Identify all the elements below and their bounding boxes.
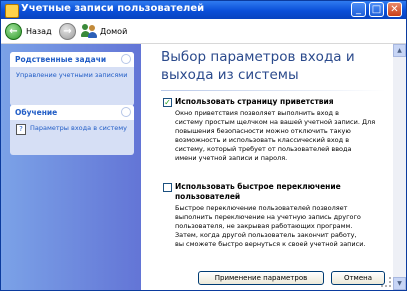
vertical-scrollbar[interactable]: ▲ ▼ [393, 44, 406, 290]
description-line: систему, который требует от пользователе… [175, 145, 352, 153]
collapse-chevron-icon[interactable] [121, 54, 131, 64]
forward-button[interactable]: → [59, 22, 76, 40]
fast-user-switching-description: Быстрое переключение пользователей позво… [175, 204, 366, 249]
resize-grip-icon[interactable] [381, 277, 391, 287]
task-sidebar: Родственные задачи Управление учетными з… [1, 44, 141, 290]
users-app-icon [5, 4, 19, 18]
description-line: имени учетной записи и пароля. [175, 154, 288, 162]
fast-user-switching-label[interactable]: Использовать быстрое переключение пользо… [175, 182, 341, 202]
back-arrow-icon: ← [5, 22, 22, 40]
scroll-down-icon[interactable]: ▼ [393, 277, 406, 290]
description-line: вы сможете быстро вернуться к своей учет… [175, 240, 366, 248]
maximize-button[interactable]: □ [369, 2, 384, 17]
minimize-button[interactable]: _ [351, 2, 366, 17]
app-window: Учетные записи пользователей _ □ ✕ ← Наз… [0, 0, 407, 291]
learn-header[interactable]: Обучение [10, 105, 134, 120]
description-line: систему простым щелчком на вашей учетной… [175, 118, 376, 126]
related-tasks-panel: Родственные задачи Управление учетными з… [10, 52, 134, 106]
apply-settings-button[interactable]: Применение параметров [198, 271, 324, 285]
label-line: пользователей [175, 192, 241, 201]
cancel-button[interactable]: Отмена [331, 271, 385, 285]
back-label: Назад [26, 26, 52, 36]
learn-item[interactable]: ? Параметры входа в систему [10, 120, 134, 139]
description-line: возможность и использовать классический … [175, 136, 350, 144]
description-line: выполнить переключение на учетную запись… [175, 213, 361, 221]
collapse-chevron-icon[interactable] [121, 107, 131, 117]
home-button[interactable]: Домой [81, 22, 127, 40]
description-line: пользователя, не закрывая работающих про… [175, 222, 353, 230]
label-line: Использовать быстрое переключение [175, 182, 341, 191]
learn-title: Обучение [15, 108, 58, 117]
title-bar[interactable]: Учетные записи пользователей _ □ ✕ [1, 1, 406, 19]
help-icon: ? [16, 124, 26, 135]
fast-user-switching-checkbox[interactable] [163, 183, 172, 192]
main-content: Выбор параметров входа и выхода из систе… [141, 44, 393, 290]
learn-panel: Обучение ? Параметры входа в систему [10, 105, 134, 155]
description-line: Затем, когда другой пользователь закончи… [175, 231, 357, 239]
related-tasks-title: Родственные задачи [15, 55, 107, 64]
close-button[interactable]: ✕ [387, 2, 402, 17]
back-button[interactable]: ← Назад [5, 22, 52, 40]
description-line: Окно приветствия позволяет выполнить вхо… [175, 109, 339, 117]
related-tasks-header[interactable]: Родственные задачи [10, 52, 134, 67]
home-label: Домой [100, 26, 128, 36]
forward-arrow-icon: → [59, 22, 76, 40]
manage-accounts-link[interactable]: Управление учетными записями [10, 67, 134, 84]
scroll-up-icon[interactable]: ▲ [393, 44, 406, 57]
welcome-screen-checkbox[interactable]: ✓ [163, 98, 172, 107]
toolbar: ← Назад → Домой [1, 19, 406, 44]
description-line: повышения безопасности можно отключить т… [175, 127, 351, 135]
welcome-screen-label[interactable]: Использовать страницу приветствия [175, 97, 334, 107]
users-home-icon [81, 24, 97, 38]
logon-options-link[interactable]: Параметры входа в систему [30, 124, 127, 135]
page-title: Выбор параметров входа и выхода из систе… [161, 49, 355, 83]
description-line: Быстрое переключение пользователей позво… [175, 204, 348, 212]
window-title: Учетные записи пользователей [21, 3, 205, 14]
welcome-screen-description: Окно приветствия позволяет выполнить вхо… [175, 109, 375, 163]
divider [161, 90, 386, 91]
